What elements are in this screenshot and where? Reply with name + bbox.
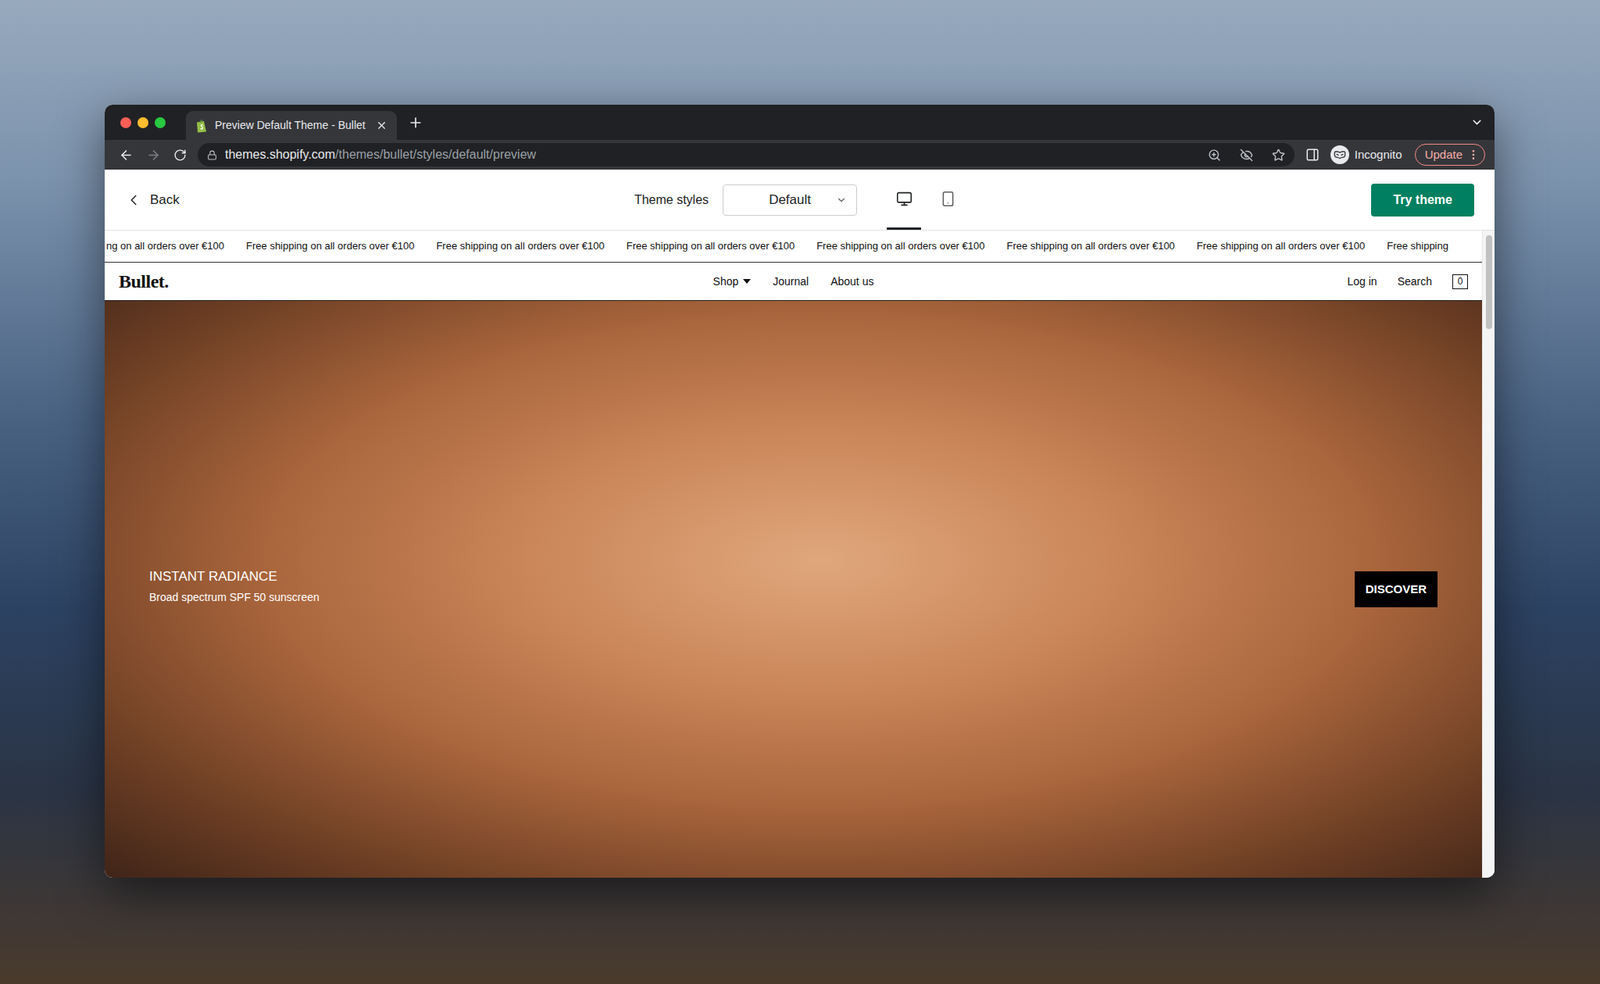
minimize-window-button[interactable] <box>137 117 149 129</box>
announcement-bar: ng on all orders over €100 Free shipping … <box>104 230 1483 263</box>
main-menu: Shop Journal About us <box>713 273 875 290</box>
back-button[interactable]: Back <box>125 189 180 211</box>
lock-icon <box>207 150 218 161</box>
announcement-text: Free shipping on all orders over €100 <box>246 238 415 254</box>
nav-link[interactable]: Shop <box>713 273 752 290</box>
announcement-text: Free shipping on all orders over €100 <box>626 238 795 254</box>
desktop-preview-button[interactable] <box>886 169 922 230</box>
shopify-icon <box>195 118 208 133</box>
header-actions: Log in Search 0 <box>1346 273 1468 290</box>
cart-button[interactable]: 0 <box>1452 274 1468 290</box>
hero-title: INSTANT RADIANCE <box>149 566 320 587</box>
announcement-text: ng on all orders over €100 <box>106 238 225 254</box>
back-icon[interactable] <box>118 147 134 163</box>
header-action[interactable]: Log in <box>1346 273 1377 290</box>
side-panel-icon[interactable] <box>1305 147 1320 162</box>
tab-search-icon[interactable] <box>1470 115 1484 129</box>
nav-link[interactable]: About us <box>830 273 874 290</box>
dropdown-caret-icon <box>742 278 751 285</box>
menu-icon <box>1467 148 1480 161</box>
reload-icon[interactable] <box>173 148 187 162</box>
desktop: Preview Default Theme - Bullet themes.sho… <box>0 0 1600 984</box>
announcement-text: Free shipping on all orders over €100 <box>816 238 985 254</box>
preview-area: ng on all orders over €100 Free shipping … <box>104 230 1495 878</box>
mobile-preview-button[interactable] <box>930 169 965 230</box>
nav-link[interactable]: Journal <box>772 273 809 290</box>
try-theme-button[interactable]: Try theme <box>1371 183 1475 217</box>
mobile-icon <box>939 190 957 208</box>
zoom-icon[interactable] <box>1207 148 1222 162</box>
close-tab-icon[interactable] <box>375 119 388 132</box>
forward-icon[interactable] <box>146 147 161 163</box>
theme-styles-label: Theme styles <box>634 190 709 210</box>
tracking-blocked-icon[interactable] <box>1239 148 1254 162</box>
incognito-icon <box>1333 148 1347 161</box>
chevron-down-icon <box>835 194 847 206</box>
store-nav: Bullet. Shop Journal About us Log in Search 0 <box>104 262 1483 301</box>
hero-subtitle: Broad spectrum SPF 50 sunscreen <box>149 589 320 606</box>
preview-header: Back Theme styles Default Try theme <box>104 169 1495 231</box>
hero-banner: INSTANT RADIANCE Broad spectrum SPF 50 su… <box>104 300 1483 878</box>
chevron-left-icon <box>125 191 143 209</box>
header-action[interactable]: Search <box>1397 273 1433 290</box>
url: themes.shopify.com/themes/bullet/styles/… <box>225 145 1200 165</box>
scrollbar[interactable] <box>1482 230 1495 878</box>
window-controls <box>120 117 166 129</box>
browser-tab[interactable]: Preview Default Theme - Bullet <box>185 110 397 140</box>
desktop-icon <box>896 190 913 208</box>
theme-style-select[interactable]: Default <box>722 184 858 216</box>
toolbar: themes.shopify.com/themes/bullet/styles/… <box>104 139 1495 170</box>
announcement-text: Free shipping on all orders over €100 <box>1196 238 1365 254</box>
announcement-text: Free shipping <box>1386 238 1449 254</box>
browser-window: Preview Default Theme - Bullet themes.sho… <box>104 104 1495 878</box>
device-toggle <box>886 169 965 230</box>
omnibox[interactable]: themes.shopify.com/themes/bullet/styles/… <box>197 142 1295 167</box>
update-button[interactable]: Update <box>1414 143 1486 166</box>
hero-text: INSTANT RADIANCE Broad spectrum SPF 50 su… <box>149 566 320 606</box>
tab-title: Preview Default Theme - Bullet <box>214 117 366 134</box>
scrollbar-thumb[interactable] <box>1485 235 1493 329</box>
new-tab-icon[interactable] <box>407 114 424 131</box>
preview-controls: Theme styles Default <box>634 169 965 230</box>
announcement-text: Free shipping on all orders over €100 <box>1006 238 1175 254</box>
store-logo[interactable]: Bullet. <box>118 267 169 296</box>
discover-button[interactable]: DISCOVER <box>1354 571 1438 608</box>
zoom-window-button[interactable] <box>154 117 166 129</box>
close-window-button[interactable] <box>120 117 132 129</box>
incognito-profile[interactable]: Incognito <box>1330 145 1403 165</box>
announcement-text: Free shipping on all orders over €100 <box>435 238 604 254</box>
store-page: ng on all orders over €100 Free shipping … <box>104 230 1483 878</box>
tab-strip: Preview Default Theme - Bullet <box>104 104 1495 140</box>
bookmark-star-icon[interactable] <box>1271 148 1286 162</box>
